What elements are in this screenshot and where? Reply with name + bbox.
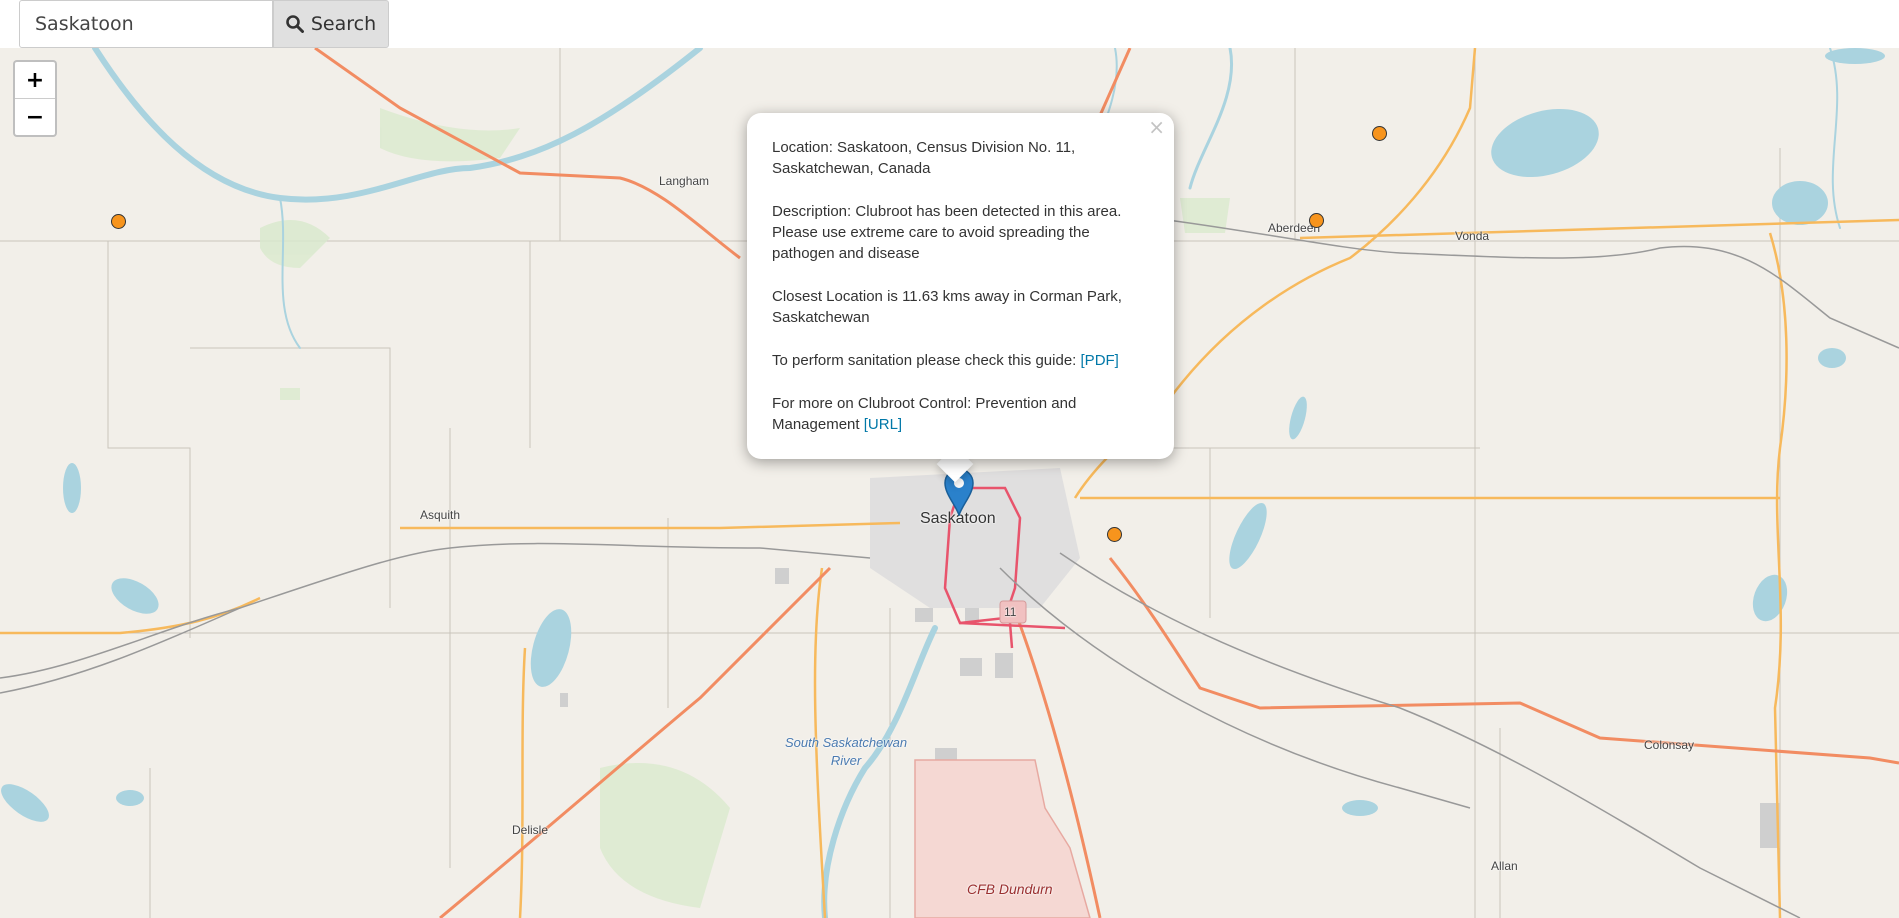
label-river-line1: South Saskatchewan xyxy=(785,735,908,750)
search-bar: Search xyxy=(0,0,1899,48)
label-delisle: Delisle xyxy=(512,823,549,837)
popup-close-button[interactable]: × xyxy=(1148,117,1165,138)
zoom-in-button[interactable]: + xyxy=(15,62,55,98)
label-river-line2: River xyxy=(830,753,862,768)
clubroot-marker[interactable] xyxy=(1309,213,1324,228)
search-input[interactable] xyxy=(19,0,273,48)
zoom-control: + − xyxy=(13,60,57,137)
pdf-link[interactable]: [PDF] xyxy=(1081,352,1119,369)
url-link[interactable]: [URL] xyxy=(864,416,902,433)
info-popup: × Location: Saskatoon, Census Division N… xyxy=(747,113,1174,459)
popup-description: Description: Clubroot has been detected … xyxy=(772,203,1122,262)
label-highway-11: 11 xyxy=(1004,605,1017,619)
popup-location: Location: Saskatoon, Census Division No.… xyxy=(772,139,1076,177)
clubroot-marker[interactable] xyxy=(111,214,126,229)
popup-more: For more on Clubroot Control: Prevention… xyxy=(772,393,1149,435)
popup-closest: Closest Location is 11.63 kms away in Co… xyxy=(772,288,1122,326)
clubroot-marker[interactable] xyxy=(1372,126,1387,141)
popup-sanitation: To perform sanitation please check this … xyxy=(772,350,1149,371)
label-allan: Allan xyxy=(1491,859,1518,873)
label-langham: Langham xyxy=(659,174,710,188)
search-button[interactable]: Search xyxy=(273,0,389,48)
popup-sanitation-text: To perform sanitation please check this … xyxy=(772,352,1081,369)
zoom-out-button[interactable]: − xyxy=(15,98,55,135)
label-vonda: Vonda xyxy=(1455,229,1490,243)
popup-more-text: For more on Clubroot Control: Prevention… xyxy=(772,395,1077,433)
label-asquith: Asquith xyxy=(420,508,461,522)
search-button-label: Search xyxy=(310,13,377,35)
label-colonsay: Colonsay xyxy=(1644,738,1695,752)
label-cfb-dundurn: CFB Dundurn xyxy=(967,881,1053,897)
search-icon xyxy=(286,15,304,33)
clubroot-marker[interactable] xyxy=(1107,527,1122,542)
label-river: South Saskatchewan River xyxy=(785,734,907,770)
